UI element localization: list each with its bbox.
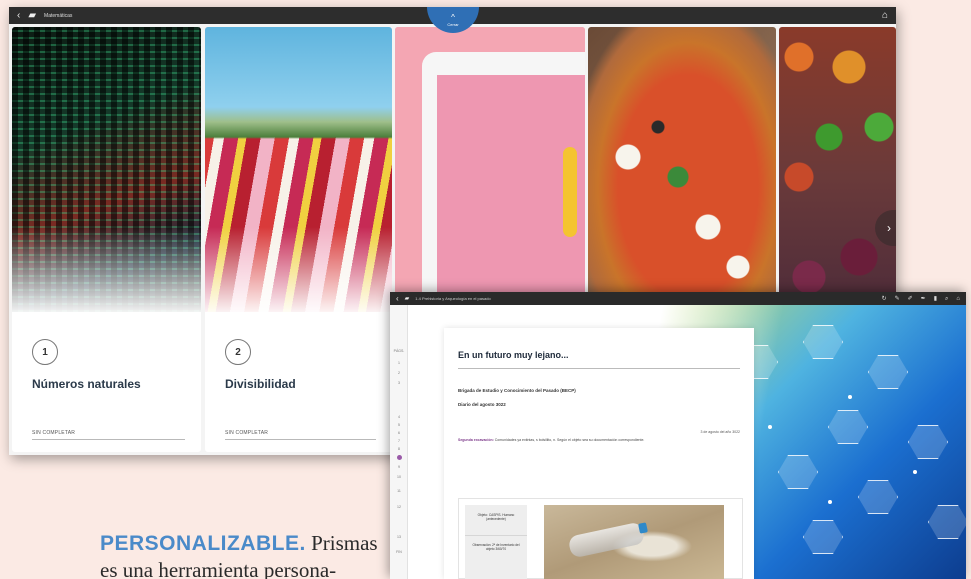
pencil-icon[interactable]: ✎ bbox=[895, 296, 900, 302]
caption: PERSONALIZABLE. Prismas es una herramien… bbox=[100, 530, 400, 579]
page-link[interactable]: 12 bbox=[390, 505, 408, 509]
book-icon[interactable]: ▰ bbox=[405, 296, 410, 302]
page-link[interactable]: 11 bbox=[390, 489, 408, 493]
page-link[interactable]: 5 bbox=[390, 423, 408, 427]
page-link[interactable]: 1 bbox=[390, 361, 408, 365]
progress-track bbox=[32, 439, 185, 440]
evidence-sidebar: Objeto: CASPIS. Humano (antecedente) Obs… bbox=[465, 505, 527, 579]
close-tab-label: Cerrar bbox=[447, 21, 459, 27]
window-title: Matemáticas bbox=[44, 12, 73, 19]
chevron-left-icon[interactable]: ‹ bbox=[17, 10, 20, 21]
search-icon[interactable]: ⌕ bbox=[945, 296, 948, 302]
document-date: Diario del agosto 3022 bbox=[458, 402, 506, 407]
unit-number: 2 bbox=[225, 339, 251, 365]
page-link[interactable]: 7 bbox=[390, 439, 408, 443]
current-page-indicator[interactable] bbox=[397, 455, 402, 460]
unit-number: 1 bbox=[32, 339, 58, 365]
marker-icon[interactable]: ✐ bbox=[908, 296, 913, 302]
page-link[interactable]: 2 bbox=[390, 371, 408, 375]
home-icon[interactable]: ⌂ bbox=[956, 296, 960, 302]
page-link[interactable]: 8 bbox=[390, 447, 408, 451]
evidence-item[interactable]: Objeto: CASPIS. Humano (antecedente) bbox=[469, 513, 523, 521]
evidence-panel: Objeto: CASPIS. Humano (antecedente) Obs… bbox=[458, 498, 743, 579]
document-subtitle: Brigada de Estudio y Conocimiento del Pa… bbox=[458, 388, 576, 393]
unit-card[interactable]: 1 Números naturales SIN COMPLETAR bbox=[12, 27, 201, 452]
document-title: 1.4 Prehistoria y Arqueología en el pasa… bbox=[415, 296, 491, 301]
highlighter-icon[interactable]: ✒ bbox=[921, 296, 926, 302]
book-icon[interactable]: ▰ bbox=[28, 10, 36, 21]
unit-status: SIN COMPLETAR bbox=[32, 430, 76, 436]
page-link[interactable]: 6 bbox=[390, 431, 408, 435]
unit-card[interactable]: 2 Divisibilidad SIN COMPLETAR bbox=[205, 27, 392, 452]
page-link[interactable]: 9 bbox=[390, 465, 408, 469]
document-window: ‹ ▰ 1.4 Prehistoria y Arqueología en el … bbox=[390, 292, 966, 579]
unit-title: Divisibilidad bbox=[225, 377, 296, 391]
document-date-right: 3 de agosto del año 3022 bbox=[700, 430, 740, 434]
progress-track bbox=[225, 439, 376, 440]
unit-status: SIN COMPLETAR bbox=[225, 430, 269, 436]
home-icon[interactable]: ⌂ bbox=[882, 10, 888, 21]
caption-text: Prismas bbox=[305, 531, 378, 555]
bookmark-icon[interactable]: ▮ bbox=[934, 296, 937, 302]
body-label: Segunda excavación: bbox=[458, 438, 494, 442]
toolbar: ↻ ✎ ✐ ✒ ▮ ⌕ ⌂ bbox=[882, 296, 960, 302]
refresh-icon[interactable]: ↻ bbox=[882, 296, 887, 302]
page-link[interactable]: 3 bbox=[390, 381, 408, 385]
page-label: PÁGS. bbox=[393, 349, 405, 353]
page-link[interactable]: 13 bbox=[390, 535, 408, 539]
document-page: En un futuro muy lejano... Brigada de Es… bbox=[444, 328, 754, 579]
document-topbar: ‹ ▰ 1.4 Prehistoria y Arqueología en el … bbox=[390, 292, 966, 305]
body-text: Comunidades ya extintas, s bolsillito, n… bbox=[493, 438, 645, 442]
page-link[interactable]: 4 bbox=[390, 415, 408, 419]
unit-image bbox=[588, 27, 776, 312]
page-link[interactable]: FIN bbox=[390, 550, 408, 554]
page-link[interactable]: 10 bbox=[390, 475, 408, 479]
document-heading: En un futuro muy lejano... bbox=[458, 350, 569, 360]
chevron-left-icon[interactable]: ‹ bbox=[396, 294, 399, 303]
page-navigator: PÁGS. 1 2 3 4 5 6 7 8 9 10 11 12 13 FIN bbox=[390, 305, 408, 579]
caption-keyword: PERSONALIZABLE. bbox=[100, 532, 306, 555]
unit-title: Números naturales bbox=[32, 377, 141, 391]
evidence-item[interactable]: Observación: 2ª de Inventario del objeto… bbox=[469, 543, 523, 551]
unit-image bbox=[779, 27, 896, 327]
divider bbox=[458, 368, 740, 369]
caption-text-2: es una herramienta persona- bbox=[100, 558, 337, 579]
chevron-up-icon: ^ bbox=[451, 12, 455, 22]
document-body: Segunda excavación: Comunidades ya extin… bbox=[458, 438, 644, 442]
